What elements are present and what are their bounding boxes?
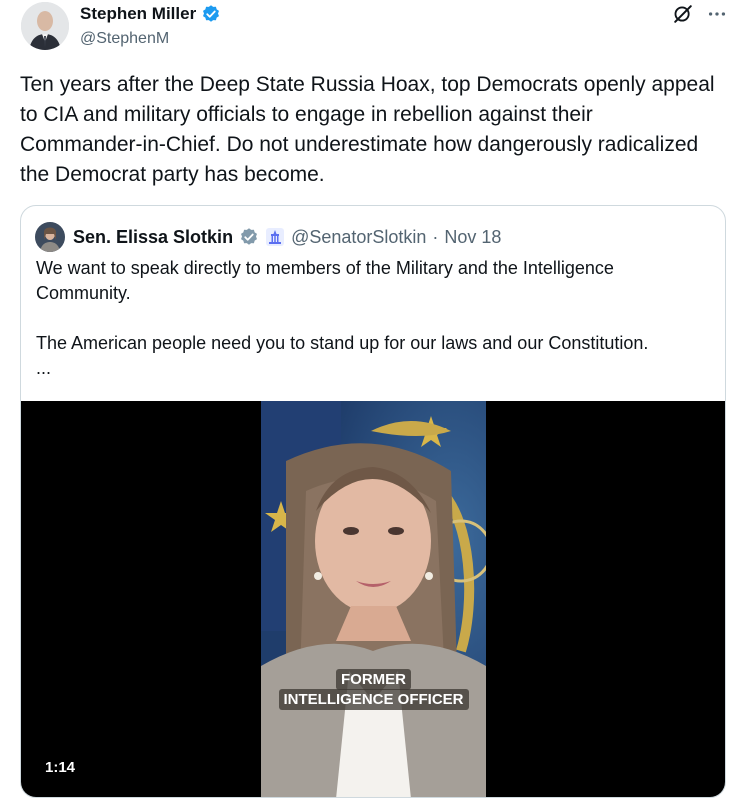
post-text: Ten years after the Deep State Russia Ho…: [20, 73, 715, 186]
quoted-author-handle[interactable]: @SenatorSlotkin: [291, 227, 426, 248]
video-caption-line-1: FORMER: [261, 669, 486, 690]
author-avatar[interactable]: [21, 2, 69, 50]
author-name[interactable]: Stephen Miller: [80, 4, 196, 24]
quoted-paragraph-1: We want to speak directly to members of …: [36, 258, 614, 303]
gray-verified-badge-icon: [241, 228, 258, 245]
show-more-ellipsis[interactable]: ...: [36, 356, 708, 381]
government-building-icon: [266, 228, 285, 246]
video-thumbnail-image: [261, 401, 486, 797]
quoted-author-name[interactable]: Sen. Elissa Slotkin: [73, 227, 233, 248]
quoted-author-photo: [35, 222, 65, 252]
video-thumbnail: FORMER INTELLIGENCE OFFICER: [261, 401, 486, 797]
more-options-icon[interactable]: [706, 3, 728, 25]
author-photo: [21, 2, 69, 50]
post-header: Stephen Miller @StephenM: [0, 0, 750, 60]
quoted-author-avatar[interactable]: [35, 222, 65, 252]
video-caption-line-2: INTELLIGENCE OFFICER: [261, 689, 486, 710]
quoted-post-date[interactable]: Nov 18: [444, 227, 501, 248]
author-handle[interactable]: @StephenM: [80, 30, 169, 48]
quoted-post-text: We want to speak directly to members of …: [36, 256, 708, 381]
grok-icon[interactable]: [672, 3, 694, 25]
quoted-post-header: Sen. Elissa Slotkin @SenatorSlotkin · No…: [35, 222, 501, 252]
video-duration: 1:14: [45, 759, 76, 776]
quoted-post[interactable]: Sen. Elissa Slotkin @SenatorSlotkin · No…: [20, 205, 726, 798]
video-player[interactable]: FORMER INTELLIGENCE OFFICER 1:14: [21, 401, 725, 797]
verified-badge-icon: [203, 5, 220, 22]
author-name-row: Stephen Miller: [80, 4, 221, 24]
separator-dot: ·: [432, 226, 439, 247]
quoted-paragraph-2: The American people need you to stand up…: [36, 333, 649, 353]
